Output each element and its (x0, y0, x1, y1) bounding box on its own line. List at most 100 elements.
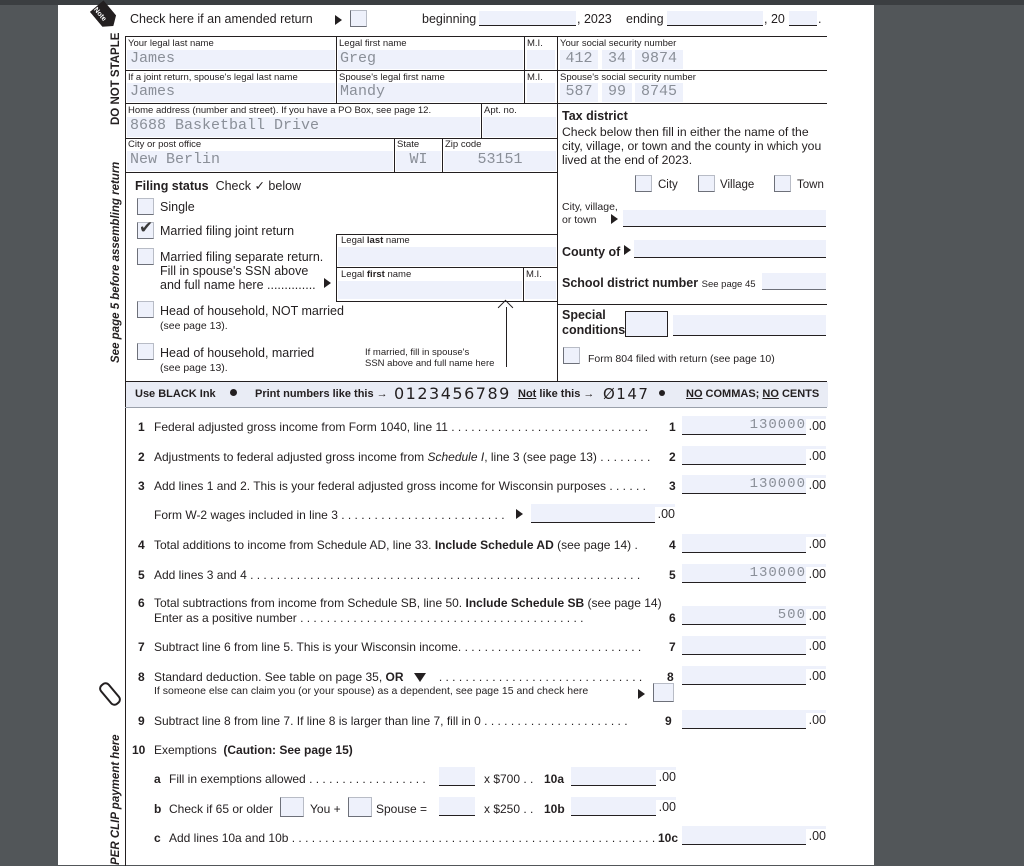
text-part: (see page 14) (584, 596, 662, 610)
line-10b-mult: x $250 . . (484, 802, 534, 816)
arrow-right-icon (624, 245, 631, 255)
line-6-text-2: Enter as a positive number . . . . . . .… (154, 611, 584, 625)
beginning-date-input[interactable] (479, 11, 576, 26)
apt-input[interactable] (483, 117, 556, 137)
filing-separate-label: Married filing separate return. Fill in … (160, 250, 323, 292)
amended-checkbox[interactable] (350, 10, 367, 27)
filing-hoh-not-married-checkbox[interactable] (137, 301, 154, 318)
filing-status-instruction: Check ✓ below (215, 179, 302, 193)
district-town-label: Town (797, 179, 824, 191)
line-4-amount[interactable]: .00 (682, 534, 826, 553)
spouse-ssn-part1[interactable]: 587 (560, 83, 598, 102)
your-first-name-input[interactable]: Greg (338, 50, 523, 69)
line-7-amount[interactable]: .00 (682, 636, 826, 655)
line-1-amount[interactable]: 130000.00 (682, 416, 826, 435)
rule (125, 103, 827, 104)
filing-joint-label: Married filing joint return (160, 224, 295, 238)
your-ssn-part3[interactable]: 9874 (635, 50, 683, 69)
exemptions-caution: (Caution: See page 15) (223, 743, 353, 757)
school-district-label: School district number See page 45 (562, 276, 756, 290)
text-part: , line 3 (see page 13) . . . . . . . . (484, 450, 651, 464)
line-3-amount[interactable]: 130000.00 (682, 475, 826, 494)
state-input[interactable]: WI (396, 151, 441, 171)
special-conditions-input[interactable] (673, 315, 826, 336)
filing-separate-checkbox[interactable] (137, 248, 154, 265)
your-last-name-input[interactable]: James (127, 50, 335, 69)
sep-first-name-input[interactable] (338, 281, 522, 299)
your-ssn-part1[interactable]: 412 (560, 50, 598, 69)
line-2-amount[interactable]: .00 (682, 446, 826, 465)
up-arrow-line (506, 307, 507, 367)
special-conditions-code-input[interactable] (625, 311, 668, 337)
filing-single-label: Single (160, 200, 195, 214)
filing-hoh-married-checkbox[interactable] (137, 343, 154, 360)
form804-checkbox[interactable] (563, 347, 580, 364)
married-note-line2: SSN above and full name here (365, 358, 495, 369)
line-8-amount[interactable]: .00 (682, 666, 826, 685)
spouse-ssn-part2[interactable]: 99 (602, 83, 632, 102)
your-mi-input[interactable] (527, 50, 555, 69)
line-10c-text: Add lines 10a and 10b . . . . . . . . . … (169, 831, 662, 845)
line-6-amount[interactable]: 500.00 (682, 606, 826, 625)
district-city-checkbox[interactable] (635, 175, 652, 192)
your-last-name-label: Your legal last name (128, 38, 214, 49)
line-3-ref: 3 (669, 479, 676, 493)
sep-mi-input[interactable] (525, 281, 556, 299)
spouse-first-name-label: Spouse's legal first name (339, 72, 445, 83)
your-ssn-part2[interactable]: 34 (602, 50, 632, 69)
county-input[interactable] (634, 240, 826, 258)
dependent-checkbox[interactable] (653, 683, 674, 702)
ending-year-input[interactable] (789, 11, 817, 26)
bad-digits: Ø147 (603, 385, 650, 403)
bullet-icon (230, 389, 237, 396)
line-10b-amount[interactable]: .00 (571, 797, 676, 816)
w2-wages-text: Form W-2 wages included in line 3 . . . … (154, 508, 505, 522)
checkmark-icon: ✔ (139, 218, 154, 237)
rule (481, 103, 482, 138)
age65-you-checkbox[interactable] (280, 797, 304, 817)
filing-joint-checkbox[interactable]: ✔ (137, 218, 154, 239)
city-input[interactable]: New Berlin (127, 151, 393, 171)
district-city-label: City (658, 179, 678, 191)
filing-hoh-married-label: Head of household, married (160, 346, 315, 360)
cents: .00 (806, 639, 826, 655)
ending-date-input[interactable] (667, 11, 763, 26)
apt-label: Apt. no. (484, 105, 517, 116)
text-part: Total subtractions from income from Sche… (154, 596, 466, 610)
city-village-town-input[interactable] (623, 210, 826, 227)
filing-separate-line2: Fill in spouse's SSN above (160, 264, 309, 278)
spouse-first-name-input[interactable]: Mandy (338, 83, 523, 102)
good-digits: 0123456789 (394, 384, 511, 403)
line-8-text-2: If someone else can claim you (or your s… (154, 685, 589, 697)
address-input[interactable]: 8688 Basketball Drive (127, 117, 480, 137)
spouse-ssn-part3[interactable]: 8745 (635, 83, 683, 102)
form804-label: Form 804 filed with return (see page 10) (588, 353, 775, 365)
age65-count-input[interactable] (439, 797, 475, 816)
zip-input[interactable]: 53151 (444, 151, 556, 171)
spouse-last-name-input[interactable]: James (127, 83, 335, 102)
w2-wages-amount[interactable]: .00 (531, 504, 675, 523)
line-8-text: Standard deduction. See table on page 35… (154, 670, 642, 684)
cents: .00 (806, 537, 826, 553)
sep-last-name-label: Legal last name (341, 235, 410, 246)
spouse-mi-input[interactable] (527, 83, 555, 102)
no-commas-cents: NO COMMAS; NO CENTS (686, 388, 819, 400)
age65-spouse-checkbox[interactable] (348, 797, 372, 817)
school-district-input[interactable] (762, 273, 826, 290)
line-9-amount[interactable]: .00 (682, 710, 826, 729)
cents: .00 (806, 609, 826, 625)
rule (125, 172, 557, 173)
filing-single-checkbox[interactable] (137, 198, 154, 215)
sep-last-name-input[interactable] (338, 247, 556, 266)
exemptions-count-input[interactable] (439, 767, 475, 786)
district-village-checkbox[interactable] (698, 175, 715, 192)
line-10a-text: Fill in exemptions allowed . . . . . . .… (169, 772, 426, 786)
line-5-amount[interactable]: 130000.00 (682, 564, 826, 583)
district-town-checkbox[interactable] (774, 175, 791, 192)
line-10c-amount[interactable]: .00 (682, 826, 826, 845)
line-3-number: 3 (138, 479, 145, 493)
rule (125, 70, 827, 71)
line-10a-amount[interactable]: .00 (571, 767, 676, 786)
line-10b-text: Check if 65 or older (169, 802, 274, 816)
not-like-label: Not like this → (518, 388, 594, 400)
